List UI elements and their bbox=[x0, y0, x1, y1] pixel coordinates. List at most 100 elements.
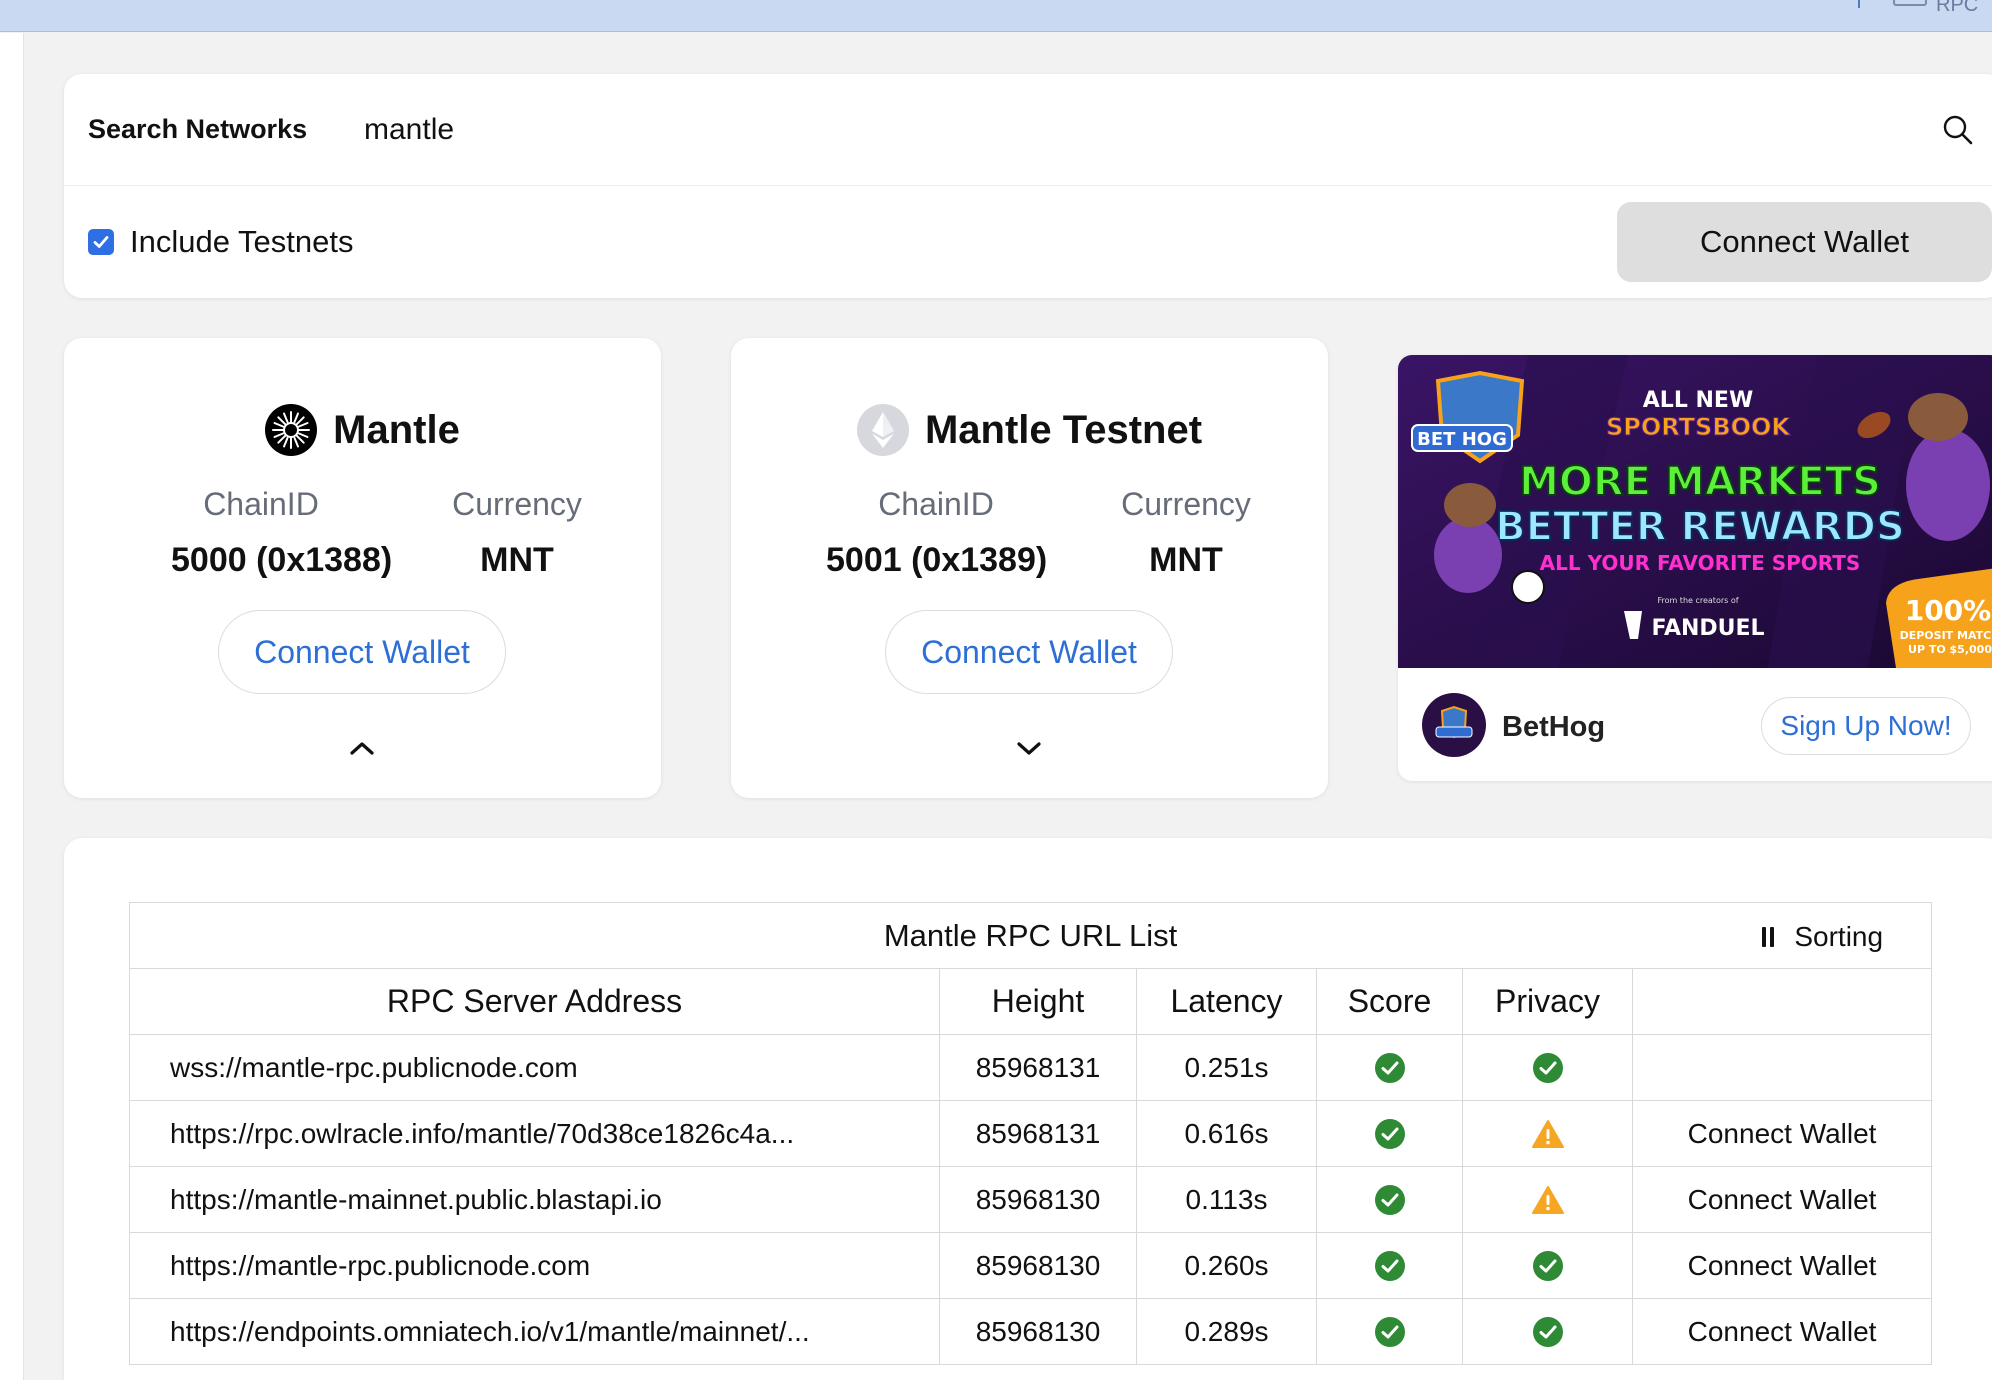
chevron-down-icon[interactable] bbox=[1012, 738, 1046, 758]
check-circle-icon bbox=[1374, 1118, 1405, 1149]
network-name: Mantle Testnet bbox=[924, 407, 1203, 452]
check-circle-icon bbox=[1374, 1316, 1405, 1347]
sorting-label: Sorting bbox=[1794, 921, 1884, 952]
network-card-mantle: Mantle ChainID 5000 (0x1388) Currency MN… bbox=[64, 338, 661, 798]
warning-icon bbox=[1531, 1119, 1564, 1148]
ad-banner-image[interactable]: BET HOG ALL NEW SPORTSBOOK MORE MARKETS … bbox=[1398, 355, 1992, 668]
network-name: Mantle bbox=[333, 407, 460, 452]
rpc-score bbox=[1316, 1298, 1463, 1365]
chain-id-value: 5000 (0x1388) bbox=[171, 541, 393, 579]
header-action bbox=[1631, 968, 1933, 1035]
table-row: wss://mantle-rpc.publicnode.com 85968131 0… bbox=[129, 1034, 1933, 1101]
currency-label: Currency bbox=[1121, 486, 1251, 522]
include-testnets-checkbox[interactable] bbox=[88, 229, 114, 255]
sorting-toggle[interactable]: Sorting bbox=[1762, 921, 1883, 953]
search-panel: Search Networks Include Testnets Connect… bbox=[64, 74, 1992, 298]
rpc-privacy bbox=[1462, 1034, 1633, 1101]
search-icon[interactable] bbox=[1942, 114, 1974, 146]
rpc-privacy bbox=[1462, 1100, 1633, 1167]
ad-advertiser-name: BetHog bbox=[1502, 711, 1606, 743]
search-input[interactable] bbox=[364, 100, 1964, 160]
sign-up-button[interactable]: Sign Up Now! bbox=[1761, 697, 1971, 755]
pause-icon bbox=[1762, 927, 1778, 947]
rpc-url[interactable]: wss://mantle-rpc.publicnode.com bbox=[129, 1034, 940, 1101]
rpc-url[interactable]: https://endpoints.omniatech.io/v1/mantle… bbox=[129, 1298, 940, 1365]
check-circle-icon bbox=[1374, 1250, 1405, 1281]
currency-value: MNT bbox=[480, 541, 554, 579]
rpc-privacy bbox=[1462, 1166, 1633, 1233]
chain-id-label: ChainID bbox=[878, 486, 994, 522]
rpc-score bbox=[1316, 1166, 1463, 1233]
table-row: https://rpc.owlracle.info/mantle/70d38ce… bbox=[129, 1100, 1933, 1167]
network-title: Mantle Testnet bbox=[731, 404, 1328, 456]
ethereum-logo-icon bbox=[856, 404, 909, 456]
rpc-latency: 0.616s bbox=[1136, 1100, 1317, 1167]
header-privacy: Privacy bbox=[1462, 968, 1633, 1035]
warning-icon bbox=[1531, 1185, 1564, 1214]
rpc-height: 85968131 bbox=[939, 1100, 1137, 1167]
ad-fanduel-text: FANDUEL bbox=[1651, 616, 1764, 641]
connect-wallet-button[interactable]: Connect Wallet bbox=[1617, 202, 1992, 282]
ad-line4: BETTER REWARDS bbox=[1495, 504, 1905, 550]
bethog-avatar bbox=[1422, 693, 1486, 757]
ad-line5: ALL YOUR FAVORITE SPORTS bbox=[1540, 551, 1861, 575]
rpc-connect-wallet-action[interactable]: Connect Wallet bbox=[1631, 1100, 1933, 1167]
rpc-latency: 0.289s bbox=[1136, 1298, 1317, 1365]
ad-badge-line2: UP TO $5,000 bbox=[1908, 643, 1992, 656]
rpc-latency: 0.260s bbox=[1136, 1232, 1317, 1299]
network-connect-wallet-button[interactable]: Connect Wallet bbox=[218, 610, 506, 694]
toolbar-divider bbox=[1858, 0, 1860, 8]
rpc-score bbox=[1316, 1034, 1463, 1101]
ad-brand-logo-text: BET HOG bbox=[1417, 429, 1507, 450]
network-title: Mantle bbox=[64, 404, 661, 456]
checkmark-icon bbox=[93, 236, 109, 248]
currency-block: Currency MNT bbox=[442, 486, 592, 580]
chain-id-block: ChainID 5001 (0x1389) bbox=[826, 486, 1048, 580]
rpc-header-row: RPC Server Address Height Latency Score … bbox=[129, 968, 1933, 1035]
rpc-caption-row: Mantle RPC URL List Sorting bbox=[128, 902, 1933, 969]
rpc-height: 85968130 bbox=[939, 1298, 1137, 1365]
table-row: https://endpoints.omniatech.io/v1/mantle… bbox=[129, 1298, 1933, 1365]
rpc-url[interactable]: https://rpc.owlracle.info/mantle/70d38ce… bbox=[129, 1100, 940, 1167]
ad-card[interactable]: BET HOG ALL NEW SPORTSBOOK MORE MARKETS … bbox=[1398, 355, 1992, 781]
rpc-score bbox=[1316, 1232, 1463, 1299]
rpc-connect-wallet-action[interactable]: Connect Wallet bbox=[1631, 1298, 1933, 1365]
check-circle-icon bbox=[1374, 1184, 1405, 1215]
chain-id-value: 5001 (0x1389) bbox=[826, 541, 1048, 579]
chain-id-block: ChainID 5000 (0x1388) bbox=[171, 486, 393, 580]
header-latency: Latency bbox=[1136, 968, 1317, 1035]
ad-badge-big: 100% bbox=[1905, 594, 1992, 627]
network-card-mantle-testnet: Mantle Testnet ChainID 5001 (0x1389) Cur… bbox=[731, 338, 1328, 798]
rpc-connect-wallet-action[interactable]: Connect Wallet bbox=[1631, 1166, 1933, 1233]
ad-line2: SPORTSBOOK bbox=[1606, 413, 1791, 441]
toolbar-partial-text: RPC bbox=[1936, 0, 1979, 16]
table-row: https://mantle-rpc.publicnode.com 8596813… bbox=[129, 1232, 1933, 1299]
rpc-height: 85968130 bbox=[939, 1232, 1137, 1299]
chevron-up-icon[interactable] bbox=[345, 738, 379, 758]
rpc-table-caption: Mantle RPC URL List Sorting bbox=[128, 902, 1933, 969]
check-circle-icon bbox=[1532, 1052, 1563, 1083]
window-icon[interactable] bbox=[1893, 0, 1927, 6]
ad-line3: MORE MARKETS bbox=[1519, 459, 1881, 505]
rpc-height: 85968131 bbox=[939, 1034, 1137, 1101]
include-testnets-label[interactable]: Include Testnets bbox=[130, 224, 353, 260]
left-sidebar-edge bbox=[0, 33, 24, 1380]
rpc-latency: 0.251s bbox=[1136, 1034, 1317, 1101]
rpc-latency: 0.113s bbox=[1136, 1166, 1317, 1233]
rpc-table: Mantle RPC URL List Sorting RPC Server A… bbox=[128, 902, 1933, 1365]
ad-line1: ALL NEW bbox=[1643, 388, 1753, 413]
browser-top-bar: RPC bbox=[0, 0, 1992, 32]
table-row: https://mantle-mainnet.public.blastapi.i… bbox=[129, 1166, 1933, 1233]
network-connect-wallet-button[interactable]: Connect Wallet bbox=[885, 610, 1173, 694]
rpc-connect-wallet-action[interactable]: Connect Wallet bbox=[1631, 1232, 1933, 1299]
rpc-score bbox=[1316, 1100, 1463, 1167]
include-testnets-row[interactable]: Include Testnets bbox=[88, 224, 353, 260]
currency-block: Currency MNT bbox=[1111, 486, 1261, 580]
check-circle-icon bbox=[1532, 1316, 1563, 1347]
rpc-table-body: wss://mantle-rpc.publicnode.com 85968131 0… bbox=[129, 1034, 1933, 1365]
rpc-url[interactable]: https://mantle-rpc.publicnode.com bbox=[129, 1232, 940, 1299]
rpc-privacy bbox=[1462, 1232, 1633, 1299]
chain-id-label: ChainID bbox=[203, 486, 319, 522]
rpc-url[interactable]: https://mantle-mainnet.public.blastapi.i… bbox=[129, 1166, 940, 1233]
header-rpc-server-address: RPC Server Address bbox=[129, 968, 940, 1035]
